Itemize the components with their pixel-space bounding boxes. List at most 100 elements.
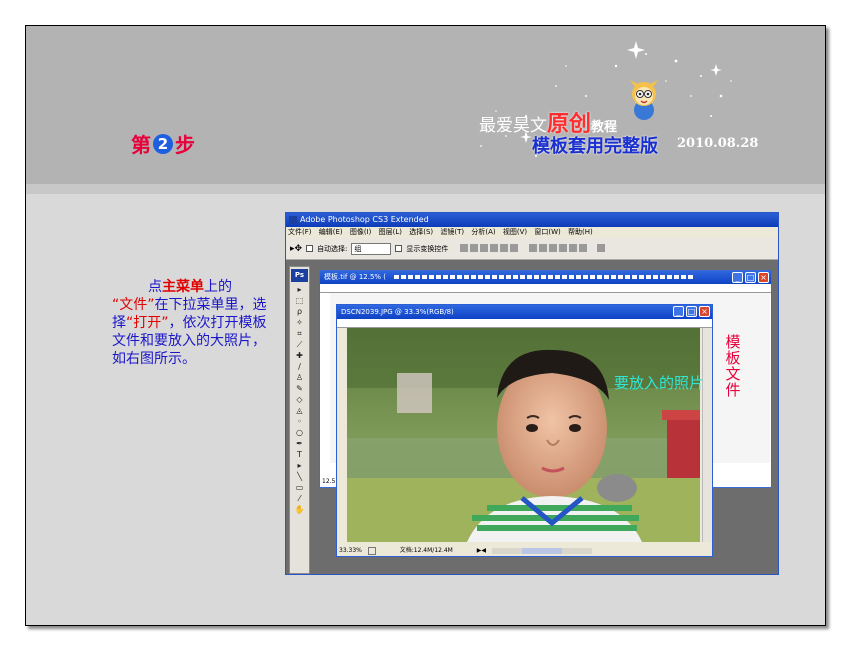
brand-title: 模板套用完整版 — [532, 136, 658, 157]
hand-tool-icon[interactable]: ✋ — [293, 505, 306, 514]
show-transform-checkbox[interactable] — [395, 245, 403, 252]
history-brush-icon[interactable]: ✎ — [293, 384, 306, 393]
stamp-tool-icon[interactable]: ♙ — [293, 373, 306, 382]
distribute-left-icon[interactable] — [558, 243, 567, 252]
auto-align-icon[interactable] — [596, 243, 605, 252]
align-bottom-icon[interactable] — [480, 243, 489, 252]
brush-tool-icon[interactable]: ∕ — [293, 362, 306, 371]
instr-part: 点 — [148, 279, 162, 295]
menu-select[interactable]: 选择(S) — [409, 228, 433, 236]
menu-help[interactable]: 帮助(H) — [568, 228, 593, 236]
brand-date: 2010.08.28 — [677, 136, 759, 151]
template-doc-titlebar[interactable]: 模板.tif @ 12.5% ( _ □ × — [320, 271, 771, 284]
menu-file[interactable]: 文件(F) — [288, 228, 312, 236]
close-icon[interactable]: × — [758, 272, 769, 283]
menu-filter[interactable]: 滤镜(T) — [440, 228, 464, 236]
mascot-icon — [630, 80, 658, 120]
menu-edit[interactable]: 编辑(E) — [319, 228, 343, 236]
align-hcenter-icon[interactable] — [500, 243, 509, 252]
ps-titlebar: Adobe Photoshop CS3 Extended — [286, 213, 778, 227]
instruction-text: 点主菜单上的 “文件”在下拉菜单里，选择“打开”，依次打开模板文件和要放入的大照片… — [112, 278, 272, 368]
photoshop-window: Adobe Photoshop CS3 Extended 文件(F) 编辑(E)… — [285, 212, 779, 575]
path-select-icon[interactable]: ▸ — [293, 461, 306, 470]
slide: 第 2 步 最爱昊文原创教程 模板套用完整版 2010.08.28 点主菜单上的… — [25, 25, 826, 626]
auto-select-checkbox[interactable] — [306, 245, 314, 252]
align-vcenter-icon[interactable] — [470, 243, 479, 252]
close-icon[interactable]: × — [699, 306, 710, 317]
menu-analysis[interactable]: 分析(A) — [471, 228, 495, 236]
ps-app-icon — [289, 215, 297, 224]
eyedropper-tool-icon[interactable]: ⁄ — [293, 494, 306, 503]
step-prefix: 第 — [131, 133, 151, 157]
instr-quote: ” — [147, 297, 155, 313]
header-divider — [26, 184, 825, 194]
healing-brush-icon[interactable]: ✚ — [293, 351, 306, 360]
title-filler — [394, 275, 695, 279]
template-file-label: 模板文件 — [725, 333, 741, 399]
maximize-icon[interactable]: □ — [686, 306, 697, 317]
photo-document-window[interactable]: DSCN2039.JPG @ 33.3%(RGB/8) _ □ × 33.33%… — [336, 304, 713, 557]
instr-quote: ” — [161, 315, 169, 331]
boy-photo — [347, 328, 700, 542]
type-tool-icon[interactable]: T — [293, 450, 306, 459]
ps-menubar: 文件(F) 编辑(E) 图像(I) 图层(L) 选择(S) 滤镜(T) 分析(A… — [286, 227, 778, 238]
photo-ruler — [337, 319, 712, 328]
crop-tool-icon[interactable]: ⌗ — [293, 329, 306, 338]
lasso-tool-icon[interactable]: ρ — [293, 307, 306, 316]
photo-doc-titlebar[interactable]: DSCN2039.JPG @ 33.3%(RGB/8) _ □ × — [337, 305, 712, 319]
move-tool-icon[interactable]: ▸✥ — [290, 244, 302, 254]
magic-wand-tool-icon[interactable]: ✧ — [293, 318, 306, 327]
menu-layer[interactable]: 图层(L) — [379, 228, 402, 236]
photo-doc-size: 文档:12.4M/12.4M — [399, 547, 453, 554]
ps-logo-icon: Ps — [291, 269, 308, 282]
menu-image[interactable]: 图像(I) — [350, 228, 372, 236]
show-transform-label: 显示变换控件 — [406, 244, 449, 253]
eraser-tool-icon[interactable]: ◇ — [293, 395, 306, 404]
instr-part: 上的 — [204, 279, 232, 295]
move-tool-icon[interactable]: ▸ — [293, 285, 306, 294]
align-left-icon[interactable] — [490, 243, 499, 252]
instr-highlight-main-menu: 主菜单 — [162, 279, 204, 295]
auto-select-label: 自动选择: — [317, 244, 348, 253]
shape-tool-icon[interactable]: ╲ — [293, 472, 306, 481]
auto-select-dropdown[interactable]: 组 — [351, 242, 392, 255]
photo-zoom[interactable]: 33.33% — [339, 547, 362, 554]
scroll-thumb[interactable] — [521, 547, 562, 554]
maximize-icon[interactable]: □ — [745, 272, 756, 283]
photo-vertical-scrollbar[interactable] — [702, 328, 711, 542]
instr-highlight-open: 打开 — [133, 315, 162, 331]
template-ruler — [320, 284, 771, 293]
instr-highlight-file: 文件 — [119, 297, 148, 313]
template-zoom: 12.5 — [322, 478, 336, 485]
menu-view[interactable]: 视图(V) — [503, 228, 527, 236]
photo-doc-title: DSCN2039.JPG @ 33.3%(RGB/8) — [341, 308, 454, 316]
distribute-vcenter-icon[interactable] — [538, 243, 547, 252]
distribute-hcenter-icon[interactable] — [568, 243, 577, 252]
align-right-icon[interactable] — [510, 243, 519, 252]
dodge-tool-icon[interactable]: ○ — [293, 428, 306, 437]
photo-label: 要放入的照片 — [614, 374, 705, 392]
blur-tool-icon[interactable]: ◦ — [293, 417, 306, 426]
ps-options-bar: ▸✥ 自动选择: 组 显示变换控件 — [286, 238, 778, 260]
align-top-icon[interactable] — [460, 243, 469, 252]
marquee-tool-icon[interactable]: ⬚ — [293, 296, 306, 305]
minimize-icon[interactable]: _ — [732, 272, 743, 283]
slice-tool-icon[interactable]: ⟋ — [293, 340, 306, 349]
template-doc-title: 模板.tif @ 12.5% ( — [324, 273, 387, 281]
photo-horizontal-scrollbar[interactable] — [491, 547, 592, 554]
status-arrow-icon[interactable]: ▶◀ — [477, 547, 486, 554]
step-number-badge: 2 — [153, 133, 173, 154]
menu-window[interactable]: 窗口(W) — [534, 228, 560, 236]
status-menu-icon[interactable] — [367, 546, 376, 555]
photo-status-bar: 33.33% 文档:12.4M/12.4M ▶◀ — [337, 545, 712, 556]
pen-tool-icon[interactable]: ✒ — [293, 439, 306, 448]
notes-tool-icon[interactable]: ▭ — [293, 483, 306, 492]
ps-toolbox: Ps ▸ ⬚ ρ ✧ ⌗ ⟋ ✚ ∕ ♙ ✎ ◇ ◬ ◦ ○ ✒ T ▸ ╲ ▭… — [289, 266, 310, 574]
minimize-icon[interactable]: _ — [673, 306, 684, 317]
distribute-right-icon[interactable] — [578, 243, 587, 252]
distribute-top-icon[interactable] — [528, 243, 537, 252]
step-indicator: 第 2 步 — [131, 129, 195, 158]
distribute-bottom-icon[interactable] — [548, 243, 557, 252]
ps-app-title: Adobe Photoshop CS3 Extended — [300, 215, 429, 224]
paint-bucket-icon[interactable]: ◬ — [293, 406, 306, 415]
